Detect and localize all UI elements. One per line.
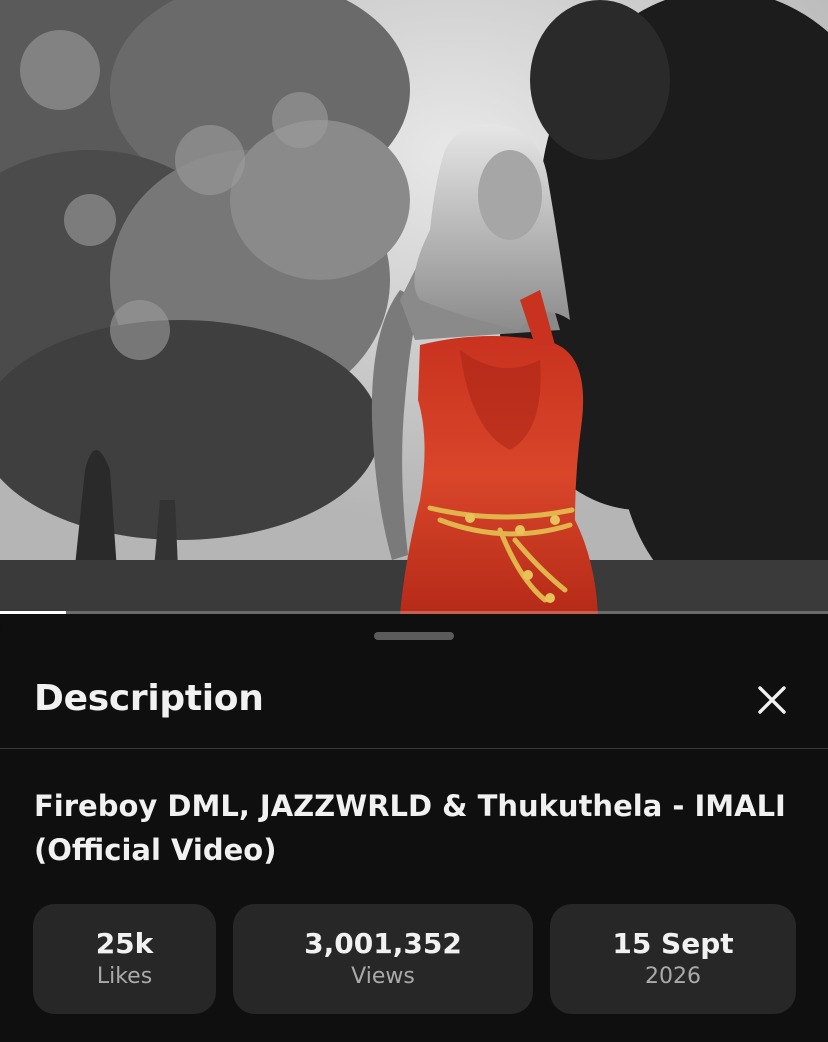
video-title: Fireboy DML, JAZZWRLD & Thukuthela - IMA… xyxy=(34,789,786,867)
video-player[interactable] xyxy=(0,0,828,614)
stats-row: 25k Likes 3,001,352 Views 15 Sept 2026 xyxy=(33,904,796,1014)
video-progress-fill xyxy=(0,611,67,614)
close-button[interactable] xyxy=(748,676,796,724)
divider xyxy=(0,748,828,749)
publish-date: 15 Sept xyxy=(612,927,734,960)
close-icon xyxy=(758,686,786,714)
video-frame xyxy=(0,0,828,614)
views-count: 3,001,352 xyxy=(304,927,462,960)
drag-handle[interactable] xyxy=(374,632,454,640)
likes-label: Likes xyxy=(96,964,153,989)
video-progress-bar[interactable] xyxy=(0,611,828,614)
likes-stat: 25k Likes xyxy=(33,904,216,1014)
likes-count: 25k xyxy=(95,927,154,960)
views-label: Views xyxy=(351,964,415,989)
views-stat: 3,001,352 Views xyxy=(233,904,533,1014)
date-stat: 15 Sept 2026 xyxy=(550,904,796,1014)
description-sheet: Description Fireboy DML, JAZZWRLD & Thuk… xyxy=(0,618,828,1042)
sheet-title: Description xyxy=(34,678,264,719)
publish-year: 2026 xyxy=(645,964,701,989)
